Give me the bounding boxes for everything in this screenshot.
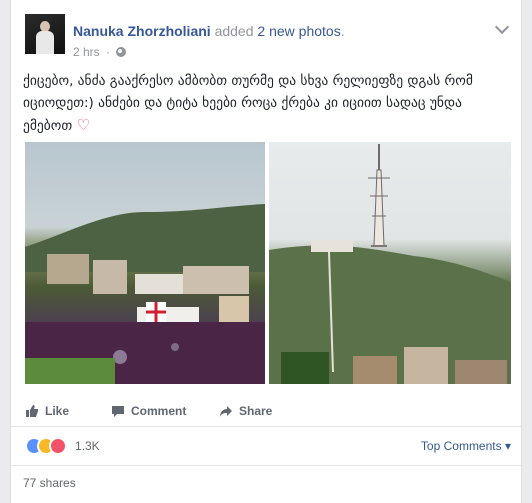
comment-button[interactable]: Comment bbox=[111, 404, 186, 418]
avatar[interactable] bbox=[25, 14, 65, 54]
share-label: Share bbox=[239, 404, 273, 418]
heart-icon: ♡ bbox=[76, 116, 90, 134]
post-meta: 2 hrs · bbox=[73, 44, 127, 60]
comment-icon bbox=[112, 406, 124, 417]
action-suffix: . bbox=[340, 23, 345, 39]
post-header: Nanuka Zhorzholiani added 2 new photos. … bbox=[23, 14, 510, 62]
avatar-body bbox=[36, 31, 54, 54]
globe-icon[interactable] bbox=[116, 47, 127, 57]
action-prefix: added bbox=[214, 23, 254, 39]
tower-photo-art bbox=[269, 144, 511, 384]
like-label: Like bbox=[45, 404, 70, 418]
photos-link[interactable]: 2 new photos bbox=[257, 23, 340, 39]
top-comments-label: Top Comments bbox=[420, 439, 502, 453]
share-icon bbox=[220, 406, 232, 417]
top-comments-menu[interactable]: Top Comments ▾ bbox=[421, 439, 511, 453]
actions-divider bbox=[11, 426, 521, 427]
like-button[interactable]: Like bbox=[25, 404, 69, 418]
reactions-divider bbox=[11, 465, 521, 466]
caret-down-icon: ▾ bbox=[504, 439, 511, 453]
love-reaction-icon bbox=[49, 437, 67, 455]
reaction-icons[interactable] bbox=[25, 437, 73, 455]
photo-grid bbox=[23, 142, 511, 384]
timestamp[interactable]: 2 hrs bbox=[73, 45, 100, 59]
photo-tower[interactable] bbox=[269, 142, 511, 384]
reaction-count[interactable]: 1.3K bbox=[75, 439, 100, 453]
post-headline: Nanuka Zhorzholiani added 2 new photos. bbox=[73, 22, 345, 40]
action-text: added 2 new photos. bbox=[215, 23, 345, 39]
post-actions: Like Comment Share bbox=[23, 398, 511, 426]
meta-separator: · bbox=[106, 45, 111, 59]
chevron-down-icon[interactable] bbox=[494, 19, 510, 35]
shares-count[interactable]: 77 shares bbox=[23, 476, 76, 490]
post-card: Nanuka Zhorzholiani added 2 new photos. … bbox=[10, 0, 522, 503]
reactions-bar: 1.3K Top Comments ▾ bbox=[23, 437, 511, 457]
comment-label: Comment bbox=[131, 404, 187, 418]
concert-photo-art bbox=[25, 204, 265, 384]
photo-concert[interactable] bbox=[25, 142, 265, 384]
post-text: ქიცებო, ანძა გააქრესო ამბობთ თურმე და სხ… bbox=[23, 70, 511, 137]
post-body: ქიცებო, ანძა გააქრესო ამბობთ თურმე და სხ… bbox=[23, 73, 473, 134]
author-name[interactable]: Nanuka Zhorzholiani bbox=[73, 23, 211, 39]
share-button[interactable]: Share bbox=[219, 404, 272, 418]
like-icon bbox=[26, 405, 38, 417]
